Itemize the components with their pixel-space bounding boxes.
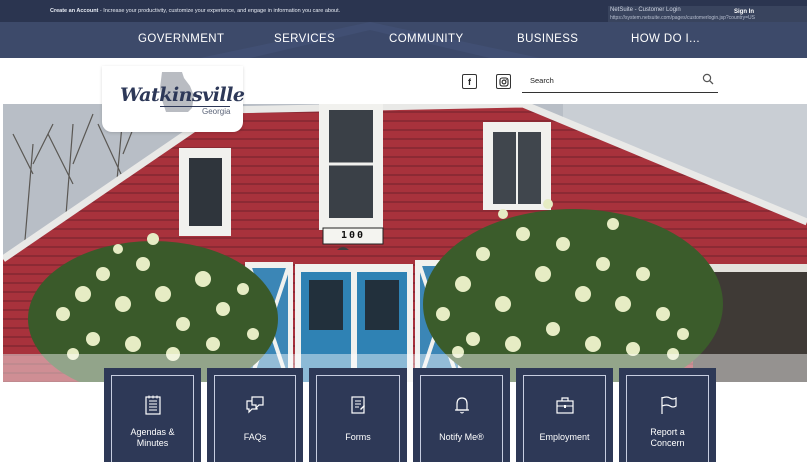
tile-notify-me[interactable]: Notify Me®	[413, 368, 510, 462]
tile-employment[interactable]: Employment	[516, 368, 613, 462]
autofill-title: NetSuite - Customer Login	[610, 7, 681, 13]
nav-item-business[interactable]: BUSINESS	[517, 33, 578, 45]
bell-icon	[454, 397, 469, 414]
form-icon	[351, 396, 365, 414]
agenda-icon	[144, 395, 161, 415]
logo-state: Georgia	[202, 107, 231, 116]
flag-icon	[660, 396, 677, 414]
tile-frame: Forms	[316, 375, 400, 462]
tile-frame: Report a Concern	[626, 375, 709, 462]
search-icon[interactable]	[702, 73, 714, 85]
tile-frame: Agendas & Minutes	[111, 375, 194, 462]
account-promo-description: - Increase your productivity, customize …	[98, 8, 341, 14]
account-promo-text: Create an Account - Increase your produc…	[50, 8, 340, 14]
briefcase-icon	[555, 397, 574, 414]
logo-wordmark: Watkinsville	[120, 84, 245, 106]
search-input[interactable]	[530, 73, 690, 87]
instagram-icon[interactable]	[496, 74, 511, 89]
nav-item-how-do-i[interactable]: HOW DO I...	[631, 33, 700, 45]
nav-item-services[interactable]: SERVICES	[274, 33, 335, 45]
nav-item-government[interactable]: GOVERNMENT	[138, 33, 224, 45]
tile-label: Notify Me®	[439, 432, 484, 442]
top-account-bar: Create an Account - Increase your produc…	[0, 0, 807, 22]
tile-forms[interactable]: Forms	[309, 368, 407, 462]
nav-item-community[interactable]: COMMUNITY	[389, 33, 464, 45]
sign-in-link[interactable]: Sign In	[734, 9, 754, 15]
facebook-icon[interactable]: f	[462, 74, 477, 89]
tile-label: FAQs	[243, 432, 267, 442]
instagram-glyph	[498, 76, 509, 87]
facebook-glyph: f	[468, 76, 471, 87]
tile-label: Report a Concern	[650, 427, 685, 448]
tile-agendas-minutes[interactable]: Agendas & Minutes	[104, 368, 201, 462]
create-account-link[interactable]: Create an Account	[50, 8, 98, 14]
number-sign: 100	[340, 230, 366, 241]
main-navigation: GOVERNMENT SERVICES COMMUNITY BUSINESS H…	[0, 22, 807, 58]
tile-label: Forms	[345, 432, 371, 442]
tile-frame: FAQs	[214, 375, 296, 462]
barn-illustration	[3, 104, 807, 382]
hero-image: 100	[3, 104, 807, 382]
chat-bubbles-icon	[246, 396, 264, 414]
tile-label: Employment	[539, 432, 590, 442]
tile-report-concern[interactable]: Report a Concern	[619, 368, 716, 462]
tile-faqs[interactable]: FAQs	[207, 368, 303, 462]
search-box	[522, 69, 718, 93]
site-logo[interactable]: Watkinsville Georgia	[102, 66, 245, 132]
tile-frame: Employment	[523, 375, 606, 462]
autofill-url: https://system.netsuite.com/pages/custom…	[610, 15, 755, 21]
tile-frame: Notify Me®	[420, 375, 503, 462]
tile-label: Agendas & Minutes	[130, 427, 175, 448]
